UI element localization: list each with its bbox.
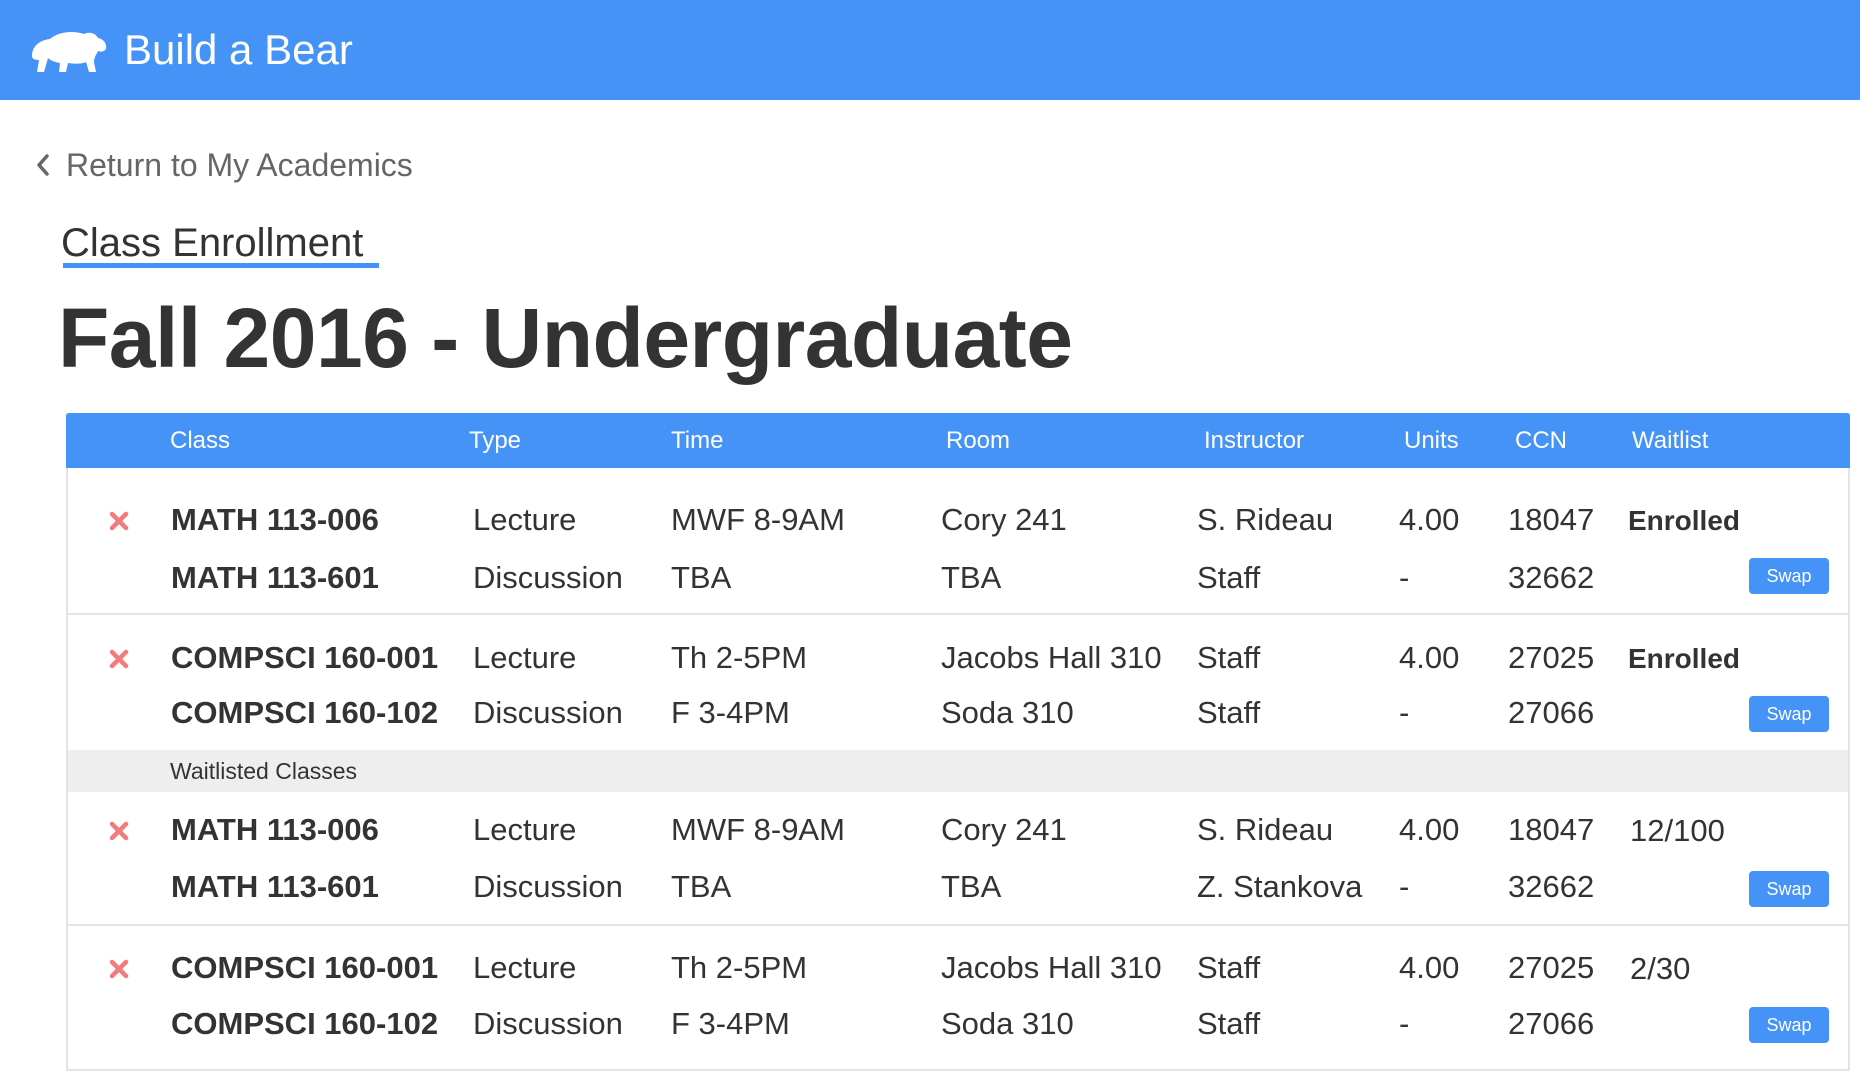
class-instructor: S. Rideau (1197, 502, 1334, 537)
class-room: Soda 310 (941, 1006, 1074, 1041)
column-header-class: Class (170, 427, 231, 454)
return-link-label: Return to My Academics (66, 147, 413, 183)
class-ccn: 18047 (1508, 502, 1595, 537)
section-title: Class Enrollment (61, 221, 364, 265)
class-room: TBA (941, 560, 1002, 595)
class-ccn: 27066 (1508, 1006, 1595, 1041)
class-units: 4.00 (1399, 950, 1460, 985)
top-bar: Build a Bear (0, 0, 1860, 100)
column-header-time: Time (671, 427, 724, 454)
enrollment-status: Enrolled (1628, 505, 1741, 536)
class-time: Th 2-5PM (671, 640, 808, 675)
column-header-waitlist: Waitlist (1632, 427, 1709, 454)
remove-class-icon[interactable] (108, 510, 130, 532)
class-units: - (1399, 695, 1410, 730)
class-time: F 3-4PM (671, 695, 790, 730)
class-type: Lecture (473, 950, 577, 985)
column-header-instructor: Instructor (1204, 427, 1305, 454)
row-divider (68, 613, 1848, 615)
class-ccn: 32662 (1508, 869, 1595, 904)
swap-button[interactable]: Swap (1749, 558, 1829, 594)
class-code: COMPSCI 160-102 (171, 695, 439, 730)
class-type: Discussion (473, 560, 623, 595)
class-instructor: Staff (1197, 950, 1261, 985)
class-room: TBA (941, 869, 1002, 904)
class-room: Jacobs Hall 310 (941, 640, 1162, 675)
class-code: MATH 113-601 (171, 560, 379, 595)
column-header-units: Units (1404, 427, 1459, 454)
class-code: COMPSCI 160-102 (171, 1006, 439, 1041)
class-ccn: 27066 (1508, 695, 1595, 730)
app-title[interactable]: Build a Bear (124, 24, 353, 76)
section-title-underline (63, 263, 379, 268)
class-instructor: Staff (1197, 695, 1261, 730)
class-instructor: Staff (1197, 640, 1261, 675)
column-header-room: Room (946, 427, 1011, 454)
class-room: Soda 310 (941, 695, 1074, 730)
row-divider (68, 924, 1848, 926)
class-instructor: Staff (1197, 1006, 1261, 1041)
class-instructor: Z. Stankova (1197, 869, 1363, 904)
class-time: TBA (671, 560, 732, 595)
class-code: MATH 113-006 (171, 502, 379, 537)
chevron-left-icon (37, 154, 49, 176)
class-ccn: 32662 (1508, 560, 1595, 595)
swap-button[interactable]: Swap (1749, 871, 1829, 907)
class-code: COMPSCI 160-001 (171, 640, 439, 675)
class-code: MATH 113-601 (171, 869, 379, 904)
waitlist-position: 12/100 (1630, 813, 1725, 848)
class-room: Cory 241 (941, 812, 1067, 847)
bear-icon[interactable] (28, 26, 108, 74)
class-units: 4.00 (1399, 502, 1460, 537)
class-units: - (1399, 560, 1410, 595)
class-type: Discussion (473, 695, 623, 730)
class-ccn: 18047 (1508, 812, 1595, 847)
waitlisted-section-label: Waitlisted Classes (170, 758, 358, 784)
waitlisted-section-header: Waitlisted Classes (68, 750, 1848, 792)
waitlist-position: 2/30 (1630, 951, 1691, 986)
class-instructor: Staff (1197, 560, 1261, 595)
class-time: Th 2-5PM (671, 950, 808, 985)
class-type: Discussion (473, 1006, 623, 1041)
column-header-type: Type (469, 427, 522, 454)
swap-button[interactable]: Swap (1749, 696, 1829, 732)
class-code: MATH 113-006 (171, 812, 379, 847)
table-header: Class Type Time Room Instructor Units CC… (66, 413, 1850, 468)
class-units: - (1399, 1006, 1410, 1041)
class-time: F 3-4PM (671, 1006, 790, 1041)
class-instructor: S. Rideau (1197, 812, 1334, 847)
class-code: COMPSCI 160-001 (171, 950, 439, 985)
swap-button[interactable]: Swap (1749, 1007, 1829, 1043)
class-type: Lecture (473, 502, 577, 537)
class-type: Discussion (473, 869, 623, 904)
class-room: Jacobs Hall 310 (941, 950, 1162, 985)
class-time: MWF 8-9AM (671, 502, 845, 537)
class-units: 4.00 (1399, 640, 1460, 675)
class-units: - (1399, 869, 1410, 904)
page-title: Fall 2016 - Undergraduate (58, 291, 1073, 385)
enrollment-status: Enrolled (1628, 643, 1741, 674)
class-ccn: 27025 (1508, 640, 1595, 675)
column-header-ccn: CCN (1515, 427, 1567, 454)
class-time: MWF 8-9AM (671, 812, 845, 847)
class-ccn: 27025 (1508, 950, 1595, 985)
class-type: Lecture (473, 640, 577, 675)
class-units: 4.00 (1399, 812, 1460, 847)
class-time: TBA (671, 869, 732, 904)
class-room: Cory 241 (941, 502, 1067, 537)
remove-class-icon[interactable] (108, 820, 130, 842)
return-link[interactable]: Return to My Academics (32, 145, 413, 185)
remove-class-icon[interactable] (108, 958, 130, 980)
remove-class-icon[interactable] (108, 648, 130, 670)
class-type: Lecture (473, 812, 577, 847)
